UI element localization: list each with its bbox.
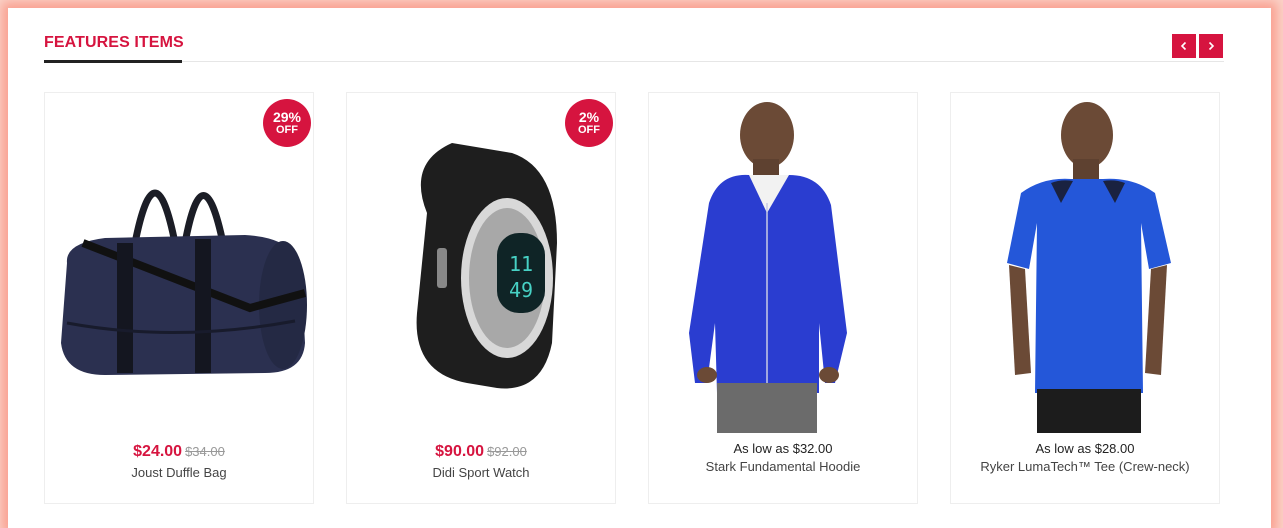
price-text: As low as $32.00 (733, 441, 833, 456)
product-name[interactable]: Ryker LumaTech™ Tee (Crew-neck) (951, 459, 1219, 474)
product-card[interactable]: 11 49 2% OFF $90.00 $92.00 Didi Sport Wat… (346, 92, 616, 504)
svg-text:11: 11 (509, 252, 533, 276)
product-card[interactable]: As low as $32.00 Stark Fundamental Hoodi… (648, 92, 918, 504)
product-name[interactable]: Joust Duffle Bag (45, 465, 313, 480)
price-text: As low as $28.00 (1035, 441, 1135, 456)
badge-percent: 29% (272, 109, 302, 125)
product-image-duffle-bag[interactable] (45, 93, 313, 433)
discount-badge: 29% OFF (263, 99, 311, 147)
price-row: $24.00 $34.00 (45, 443, 313, 461)
carousel-prev-button[interactable] (1172, 34, 1196, 58)
price-current: $90.00 (435, 443, 485, 460)
product-name[interactable]: Stark Fundamental Hoodie (649, 459, 917, 474)
product-card[interactable]: 29% OFF $24.00 $34.00 Joust Duffle Bag (44, 92, 314, 504)
badge-off-label: OFF (578, 124, 600, 136)
product-card[interactable]: As low as $28.00 Ryker LumaTech™ Tee (Cr… (950, 92, 1220, 504)
section-title: FEATURES ITEMS (44, 34, 184, 51)
price-row: $90.00 $92.00 (347, 443, 615, 461)
discount-badge: 2% OFF (565, 99, 613, 147)
carousel-next-button[interactable] (1199, 34, 1223, 58)
title-underline (44, 60, 182, 63)
chevron-left-icon (1180, 41, 1187, 51)
product-name[interactable]: Didi Sport Watch (347, 465, 615, 480)
badge-percent: 2% (578, 109, 600, 125)
price-current: $24.00 (133, 443, 183, 460)
product-image-hoodie[interactable] (649, 93, 917, 433)
svg-text:49: 49 (509, 278, 533, 302)
section-header: FEATURES ITEMS (44, 30, 1224, 70)
featured-section: FEATURES ITEMS 29% OFF $24.00 $34.00 Jou… (8, 8, 1271, 528)
product-image-sport-watch[interactable]: 11 49 (347, 93, 615, 433)
product-image-tee[interactable] (951, 93, 1219, 433)
price-original: $34.00 (185, 444, 225, 459)
chevron-right-icon (1208, 41, 1215, 51)
badge-off-label: OFF (276, 124, 298, 136)
header-divider (182, 61, 1224, 62)
price-original: $92.00 (487, 444, 527, 459)
